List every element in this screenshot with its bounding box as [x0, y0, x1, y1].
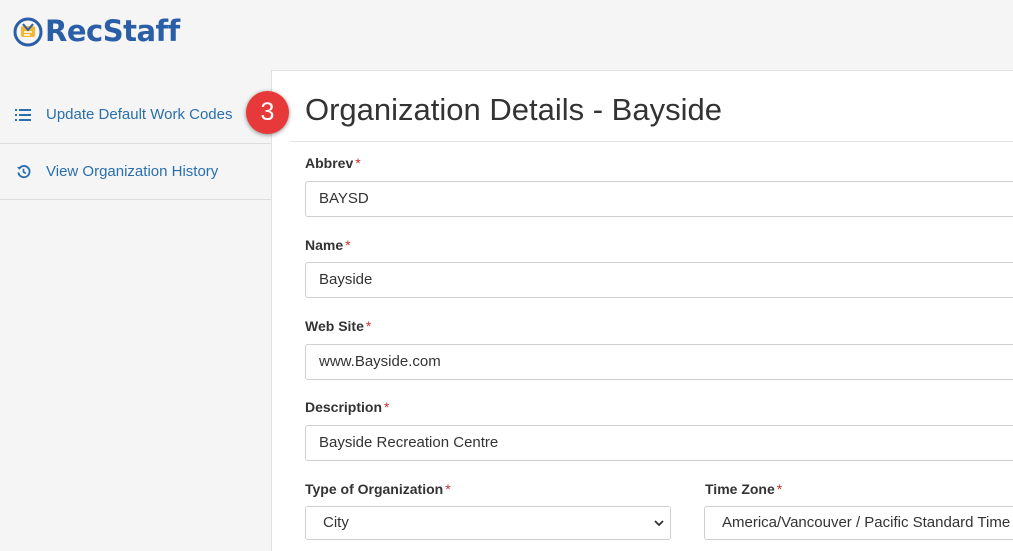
- required-marker: *: [384, 399, 390, 415]
- description-label-text: Description: [305, 399, 383, 415]
- time-zone-label-text: Time Zone: [705, 481, 775, 497]
- required-marker: *: [365, 318, 372, 334]
- website-label: Web Site *: [305, 318, 371, 334]
- name-label: Name *: [305, 237, 351, 253]
- chevron-down-icon: [654, 520, 664, 527]
- org-type-label: Type of Organization *: [305, 481, 451, 497]
- abbrev-label-text: Abbrev: [305, 155, 354, 171]
- sidebar-item-label: Update Default Work Codes: [46, 106, 233, 123]
- app-logo[interactable]: RecStaff: [12, 12, 180, 50]
- org-type-label-text: Type of Organization: [305, 481, 444, 497]
- website-label-text: Web Site: [305, 318, 364, 334]
- org-type-selected-value: City: [323, 514, 349, 531]
- org-type-select[interactable]: City: [305, 506, 671, 540]
- abbrev-input[interactable]: BAYSD: [305, 181, 1013, 217]
- required-marker: *: [445, 481, 451, 497]
- description-label: Description *: [305, 399, 389, 415]
- app-header: RecStaff: [0, 0, 1013, 70]
- website-input[interactable]: www.Bayside.com: [305, 344, 1013, 380]
- name-label-text: Name: [305, 237, 344, 253]
- time-zone-label: Time Zone *: [705, 481, 782, 497]
- title-divider: [290, 141, 1013, 142]
- name-input[interactable]: Bayside: [305, 262, 1013, 298]
- main-content: [271, 70, 1013, 551]
- sidebar-item-label: View Organization History: [46, 163, 219, 180]
- logo-text: RecStaff: [45, 13, 180, 48]
- time-zone-selected-value: America/Vancouver / Pacific Standard Tim…: [722, 514, 1011, 531]
- page-title: Organization Details - Bayside: [305, 92, 722, 127]
- abbrev-label: Abbrev *: [305, 155, 361, 171]
- sidebar: Update Default Work Codes View Organizat…: [0, 86, 271, 551]
- required-marker: *: [355, 155, 361, 171]
- list-numbered-icon: [14, 106, 32, 124]
- required-marker: *: [776, 481, 783, 497]
- recstaff-logo-icon: [13, 17, 43, 47]
- sidebar-item-view-organization-history[interactable]: View Organization History: [0, 144, 271, 200]
- time-zone-select[interactable]: America/Vancouver / Pacific Standard Tim…: [704, 506, 1013, 540]
- sidebar-item-update-default-work-codes[interactable]: Update Default Work Codes: [0, 86, 271, 144]
- history-icon: [14, 163, 32, 181]
- step-number-badge: 3: [246, 91, 289, 134]
- required-marker: *: [345, 237, 351, 253]
- description-input[interactable]: Bayside Recreation Centre: [305, 425, 1013, 461]
